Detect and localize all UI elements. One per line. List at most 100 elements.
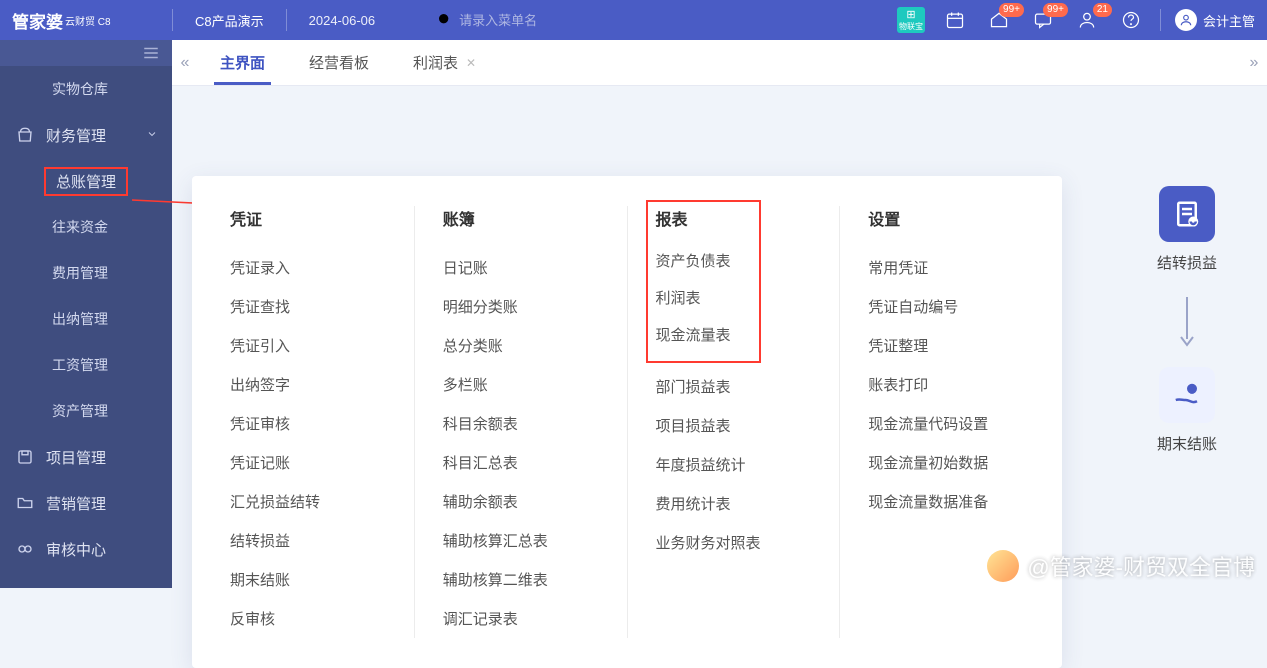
sidebar: 实物仓库 财务管理 总账管理 往来资金 费用管理 出纳管理 工资管理 资产管理 … (0, 40, 172, 588)
message-button[interactable]: 99+ (1028, 5, 1058, 35)
tab-profit[interactable]: 利润表✕ (391, 40, 498, 85)
menu-item[interactable]: 明细分类账 (443, 287, 607, 326)
action-carryover[interactable] (1159, 186, 1215, 242)
menu-item[interactable]: 反审核 (230, 599, 394, 638)
menu-item-profit[interactable]: 利润表 (656, 279, 751, 316)
calendar-icon (945, 10, 965, 30)
user-name: 会计主管 (1203, 11, 1255, 30)
menu-item[interactable]: 凭证审核 (230, 404, 394, 443)
sidebar-item-ar-ap[interactable]: 往来资金 (0, 204, 172, 250)
tab-dashboard[interactable]: 经营看板 (287, 40, 391, 85)
tab-strip: « 主界面 经营看板 利润表✕ » (172, 40, 1267, 86)
menu-item[interactable]: 现金流量数据准备 (868, 482, 1032, 521)
highlight-box: 报表 资产负债表 利润表 现金流量表 (646, 200, 761, 363)
menu-item[interactable]: 科目余额表 (443, 404, 607, 443)
sidebar-item-audit[interactable]: 审核中心 (0, 526, 172, 572)
menu-item[interactable]: 年度损益统计 (656, 445, 820, 484)
mega-menu-panel: 凭证 凭证录入 凭证查找 凭证引入 出纳签字 凭证审核 凭证记账 汇兑损益结转 … (192, 176, 1062, 668)
document-icon (1172, 199, 1202, 229)
content-area: 凭证 凭证录入 凭证查找 凭证引入 出纳签字 凭证审核 凭证记账 汇兑损益结转 … (172, 86, 1267, 588)
hand-coin-icon: ¥ (1172, 380, 1202, 410)
menu-item[interactable]: 账表打印 (868, 365, 1032, 404)
search-input[interactable] (459, 13, 635, 28)
menu-item[interactable]: 凭证自动编号 (868, 287, 1032, 326)
save-icon (16, 448, 34, 466)
menu-item[interactable]: 部门损益表 (656, 367, 820, 406)
tabs-scroll-right[interactable]: » (1241, 40, 1267, 85)
sidebar-item-expense[interactable]: 费用管理 (0, 250, 172, 296)
chevron-down-icon (146, 127, 158, 144)
menu-item[interactable]: 现金流量代码设置 (868, 404, 1032, 443)
menu-item[interactable]: 费用统计表 (656, 484, 820, 523)
menu-item[interactable]: 凭证录入 (230, 248, 394, 287)
avatar-icon (1175, 9, 1197, 31)
help-button[interactable] (1116, 5, 1146, 35)
menu-item[interactable]: 总分类账 (443, 326, 607, 365)
menu-search[interactable] (437, 12, 635, 28)
menu-item[interactable]: 凭证整理 (868, 326, 1032, 365)
column-reports: 报表 资产负债表 利润表 现金流量表 部门损益表 项目损益表 年度损益统计 费用… (627, 206, 840, 638)
menu-item[interactable]: 凭证查找 (230, 287, 394, 326)
highlight-box: 总账管理 (44, 167, 128, 196)
sidebar-item-payroll[interactable]: 工资管理 (0, 342, 172, 388)
sidebar-item-marketing[interactable]: 营销管理 (0, 480, 172, 526)
sidebar-item-project[interactable]: 项目管理 (0, 434, 172, 480)
user-menu[interactable]: 会计主管 (1175, 9, 1255, 31)
product-name[interactable]: C8产品演示 (195, 11, 264, 30)
calendar-button[interactable] (940, 5, 970, 35)
header-date: 2024-06-06 (309, 13, 376, 28)
tabs-scroll-left[interactable]: « (172, 40, 198, 85)
tab-main[interactable]: 主界面 (198, 40, 287, 85)
menu-item[interactable]: 常用凭证 (868, 248, 1032, 287)
divider (1160, 9, 1161, 31)
column-title: 报表 (656, 206, 751, 230)
action-label: 结转损益 (1157, 252, 1217, 273)
search-icon (437, 12, 453, 28)
menu-item[interactable]: 业务财务对照表 (656, 523, 820, 562)
column-title: 设置 (868, 206, 1032, 230)
menu-item[interactable]: 项目损益表 (656, 406, 820, 445)
sidebar-item-cashier[interactable]: 出纳管理 (0, 296, 172, 342)
quick-actions: 结转损益 ¥ 期末结账 (1127, 186, 1247, 472)
menu-item-balance-sheet[interactable]: 资产负债表 (656, 242, 751, 279)
menu-item[interactable]: 日记账 (443, 248, 607, 287)
watermark: @管家婆-财贸双全官博 (987, 550, 1255, 582)
divider (286, 9, 287, 31)
menu-item[interactable]: 结转损益 (230, 521, 394, 560)
contacts-button[interactable]: 21 (1072, 5, 1102, 35)
close-icon[interactable]: ✕ (466, 56, 476, 70)
iot-app-button[interactable]: ⊞物联宝 (896, 5, 926, 35)
question-icon (1121, 10, 1141, 30)
notice-button[interactable]: 99+ (984, 5, 1014, 35)
menu-item[interactable]: 现金流量初始数据 (868, 443, 1032, 482)
menu-item[interactable]: 多栏账 (443, 365, 607, 404)
menu-item[interactable]: 科目汇总表 (443, 443, 607, 482)
sidebar-item-warehouse[interactable]: 实物仓库 (0, 66, 172, 112)
header-center: C8产品演示 2024-06-06 (173, 9, 635, 31)
sidebar-item-finance[interactable]: 财务管理 (0, 112, 172, 158)
sidebar-item-assets[interactable]: 资产管理 (0, 388, 172, 434)
link-icon (16, 540, 34, 558)
sidebar-item-general-ledger[interactable]: 总账管理 (0, 158, 172, 204)
menu-item-cashflow[interactable]: 现金流量表 (656, 316, 751, 353)
menu-item[interactable]: 辅助余额表 (443, 482, 607, 521)
column-ledger: 账簿 日记账 明细分类账 总分类账 多栏账 科目余额表 科目汇总表 辅助余额表 … (414, 206, 627, 638)
badge: 99+ (1043, 3, 1068, 17)
column-title: 账簿 (443, 206, 607, 230)
badge: 21 (1093, 3, 1112, 17)
sidebar-collapse-button[interactable] (0, 40, 172, 66)
menu-item[interactable]: 辅助核算汇总表 (443, 521, 607, 560)
column-title: 凭证 (230, 206, 394, 230)
menu-item[interactable]: 汇兑损益结转 (230, 482, 394, 521)
app-header: 管家婆 云财贸 C8 C8产品演示 2024-06-06 ⊞物联宝 99+ 99… (0, 0, 1267, 40)
brand-main: 管家婆 (12, 8, 63, 33)
teal-badge: ⊞物联宝 (897, 7, 925, 33)
menu-item[interactable]: 凭证记账 (230, 443, 394, 482)
menu-item[interactable]: 凭证引入 (230, 326, 394, 365)
action-period-close[interactable]: ¥ (1159, 367, 1215, 423)
menu-item[interactable]: 期末结账 (230, 560, 394, 599)
weibo-icon (987, 550, 1019, 582)
menu-item[interactable]: 出纳签字 (230, 365, 394, 404)
menu-item[interactable]: 调汇记录表 (443, 599, 607, 638)
menu-item[interactable]: 辅助核算二维表 (443, 560, 607, 599)
